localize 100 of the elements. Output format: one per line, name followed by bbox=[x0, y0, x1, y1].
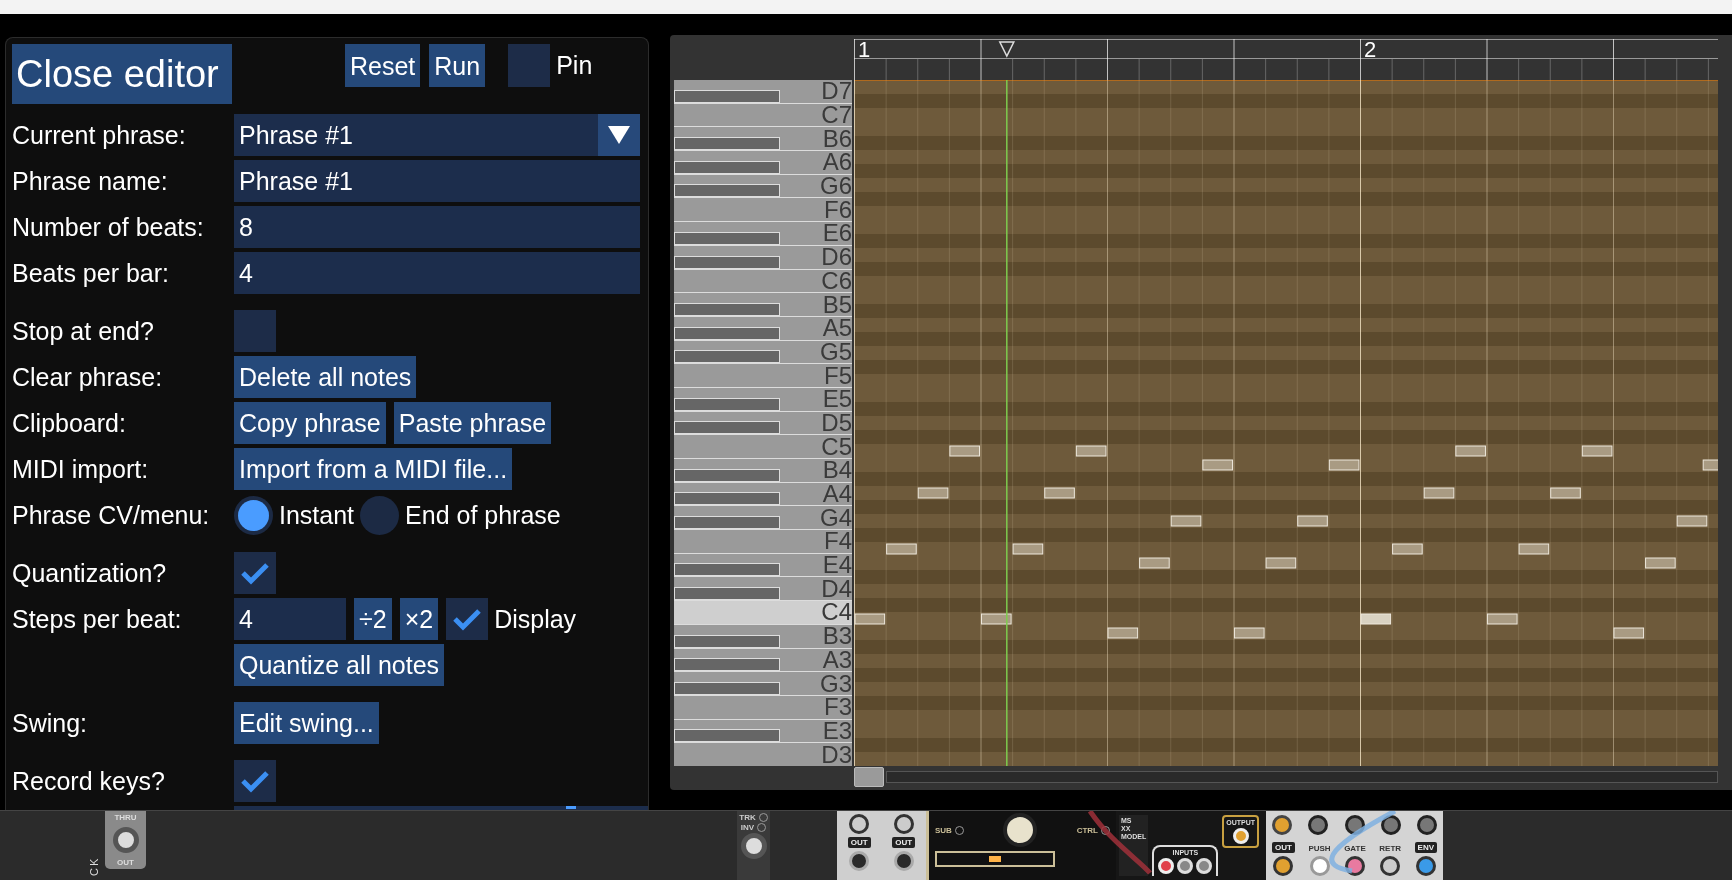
sharp-key[interactable] bbox=[674, 658, 780, 672]
slider-thumb[interactable] bbox=[565, 806, 576, 809]
jack-icon[interactable] bbox=[893, 851, 914, 871]
piano-key[interactable]: E3 bbox=[674, 719, 852, 744]
piano-key[interactable]: D7 bbox=[674, 80, 852, 104]
jack-icon[interactable] bbox=[1272, 815, 1292, 835]
action-button[interactable]: Import from a MIDI file... bbox=[234, 448, 513, 490]
piano-key[interactable]: E5 bbox=[674, 387, 852, 412]
scrollbar-thumb[interactable] bbox=[854, 767, 884, 787]
piano-key[interactable]: G3 bbox=[674, 672, 852, 696]
step-button[interactable]: ×2 bbox=[399, 598, 439, 640]
piano-key[interactable]: B5 bbox=[674, 293, 852, 317]
piano-key[interactable]: D6 bbox=[674, 245, 852, 270]
jack-icon[interactable] bbox=[849, 851, 870, 871]
piano-key[interactable]: F6 bbox=[674, 198, 852, 223]
slider-track[interactable] bbox=[234, 806, 648, 810]
action-button[interactable]: Copy phrase bbox=[234, 402, 386, 444]
sharp-key[interactable] bbox=[674, 302, 780, 316]
piano-key[interactable]: F3 bbox=[674, 695, 852, 720]
note[interactable] bbox=[949, 445, 980, 457]
sharp-key[interactable] bbox=[674, 350, 780, 364]
checkbox[interactable] bbox=[234, 760, 276, 802]
piano-key[interactable]: E4 bbox=[674, 553, 852, 578]
note[interactable] bbox=[1423, 487, 1455, 499]
close-editor-button[interactable]: Close editor bbox=[12, 44, 232, 104]
checkbox[interactable] bbox=[508, 44, 551, 87]
piano-key[interactable]: D5 bbox=[674, 411, 852, 436]
sharp-key[interactable] bbox=[674, 326, 780, 340]
sharp-key[interactable] bbox=[674, 421, 780, 435]
piano-key[interactable]: C7 bbox=[674, 103, 852, 128]
sharp-key[interactable] bbox=[674, 468, 780, 482]
sharp-key[interactable] bbox=[674, 492, 780, 506]
note[interactable] bbox=[981, 613, 1012, 625]
input-field[interactable]: 4 bbox=[234, 252, 640, 294]
note[interactable] bbox=[1075, 445, 1107, 457]
action-button[interactable]: Quantize all notes bbox=[234, 644, 445, 686]
jack-icon[interactable] bbox=[1344, 856, 1365, 876]
sharp-key[interactable] bbox=[674, 729, 780, 743]
step-button[interactable]: ÷2 bbox=[354, 598, 392, 640]
note[interactable] bbox=[1518, 543, 1550, 555]
playhead-marker[interactable] bbox=[998, 41, 1016, 58]
note[interactable] bbox=[1202, 459, 1233, 471]
piano-key[interactable]: A6 bbox=[674, 151, 852, 175]
piano-key[interactable]: C6 bbox=[674, 269, 852, 294]
checkbox[interactable] bbox=[234, 552, 276, 594]
jack-icon[interactable] bbox=[1380, 856, 1401, 876]
note[interactable] bbox=[1328, 459, 1360, 471]
sharp-key[interactable] bbox=[674, 516, 780, 530]
piano-key[interactable]: G6 bbox=[674, 174, 852, 199]
radio-button[interactable] bbox=[360, 495, 400, 535]
sharp-key[interactable] bbox=[674, 89, 780, 103]
jack-icon[interactable] bbox=[893, 814, 914, 834]
sharp-key[interactable] bbox=[674, 681, 780, 695]
note-grid[interactable] bbox=[854, 80, 1718, 766]
piano-key[interactable]: A5 bbox=[674, 316, 852, 341]
checkbox[interactable] bbox=[446, 598, 489, 640]
radio-button[interactable] bbox=[234, 495, 273, 535]
jack-icon[interactable] bbox=[1415, 856, 1436, 876]
scrollbar-track[interactable] bbox=[886, 771, 1718, 783]
jack-icon[interactable] bbox=[1417, 815, 1437, 835]
note[interactable] bbox=[1486, 613, 1518, 625]
piano-key[interactable]: F4 bbox=[674, 530, 852, 554]
note[interactable] bbox=[1107, 627, 1139, 639]
push-button[interactable] bbox=[1309, 856, 1330, 876]
sharp-key[interactable] bbox=[674, 231, 780, 245]
jack-icon[interactable] bbox=[849, 814, 870, 834]
note[interactable] bbox=[917, 487, 949, 499]
piano-key[interactable]: G4 bbox=[674, 506, 852, 531]
note[interactable] bbox=[1676, 515, 1708, 527]
action-button[interactable]: Delete all notes bbox=[234, 356, 417, 398]
note[interactable] bbox=[1265, 557, 1297, 569]
piano-key[interactable]: A3 bbox=[674, 648, 852, 673]
action-button[interactable]: Edit swing... bbox=[234, 702, 379, 744]
piano-key[interactable]: B3 bbox=[674, 624, 852, 649]
piano-key[interactable]: A4 bbox=[674, 482, 852, 507]
piano-key[interactable]: D4 bbox=[674, 577, 852, 602]
note[interactable] bbox=[1360, 613, 1392, 625]
piano-key[interactable]: F5 bbox=[674, 364, 852, 388]
checkbox[interactable] bbox=[234, 310, 276, 352]
piano-key[interactable]: C5 bbox=[674, 435, 852, 459]
note[interactable] bbox=[1581, 445, 1613, 457]
piano-key[interactable]: C4 bbox=[674, 601, 852, 625]
input-field[interactable]: 4 bbox=[234, 598, 346, 640]
sharp-key[interactable] bbox=[674, 563, 780, 577]
jack-icon[interactable] bbox=[1308, 815, 1329, 835]
piano-key[interactable]: E6 bbox=[674, 222, 852, 246]
piano-keyboard[interactable]: D7 C7 B6 A6 G6 F6 E6 D6 C6 B5 A5 G5 F5 E5 D5 C5 B4 A4 G4 F4 E4 D4 C4 B3 A3 G3 F3 E3 D3 bbox=[674, 80, 852, 766]
note[interactable] bbox=[854, 613, 886, 625]
sharp-key[interactable] bbox=[674, 184, 780, 198]
input-field[interactable]: Phrase #1 bbox=[234, 160, 640, 202]
sharp-key[interactable] bbox=[674, 160, 780, 174]
sharp-key[interactable] bbox=[674, 255, 780, 269]
piano-key[interactable]: B4 bbox=[674, 459, 852, 483]
sharp-key[interactable] bbox=[674, 634, 780, 648]
note[interactable] bbox=[1233, 627, 1265, 639]
note[interactable] bbox=[1012, 543, 1044, 555]
sharp-key[interactable] bbox=[674, 397, 780, 411]
timeline-ruler[interactable]: 1 2 bbox=[854, 37, 1718, 80]
jack-icon[interactable] bbox=[1273, 856, 1294, 876]
piano-key[interactable]: G5 bbox=[674, 340, 852, 365]
